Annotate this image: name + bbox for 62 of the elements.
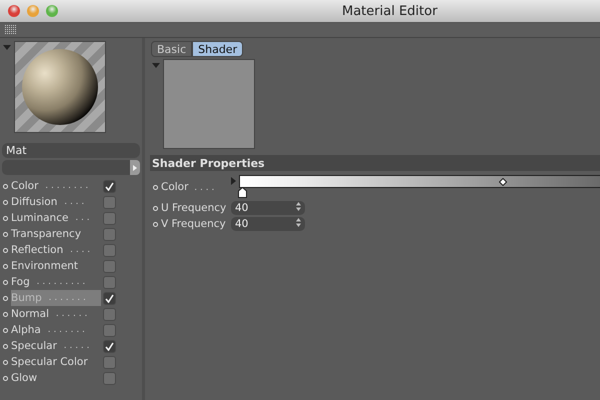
bullet-icon <box>3 280 8 284</box>
section-header: Shader Properties <box>150 155 600 171</box>
bullet-icon <box>3 328 8 332</box>
channel-checkbox[interactable] <box>103 340 116 352</box>
channel-item[interactable]: Diffusion . . . . <box>11 194 101 210</box>
bullet-icon <box>3 232 8 236</box>
channel-checkbox[interactable] <box>103 212 116 224</box>
bullet-icon <box>153 184 158 190</box>
bullet-icon <box>3 264 8 268</box>
tab[interactable]: Basic <box>151 41 192 57</box>
arrow-icon <box>133 164 137 170</box>
channel-checkbox[interactable] <box>103 372 116 384</box>
window-title: Material Editor <box>342 4 438 18</box>
bullet-icon <box>3 296 8 300</box>
channel-item[interactable]: Luminance . . . <box>11 210 101 226</box>
bullet-icon <box>153 222 158 226</box>
channel-item[interactable]: Specular Color <box>11 354 101 370</box>
channel-checkbox[interactable] <box>103 244 116 256</box>
bullet-icon <box>153 206 158 210</box>
property-label: U Frequency <box>161 202 226 214</box>
bullet-icon <box>3 344 8 348</box>
channel-item[interactable]: Normal . . . . . . <box>11 306 101 322</box>
close-button[interactable] <box>8 5 20 17</box>
channel-checkbox[interactable] <box>103 292 116 304</box>
channel-checkbox[interactable] <box>103 260 116 272</box>
channel-item[interactable]: Fog . . . . . . . . . <box>11 274 101 290</box>
channel-item[interactable]: Environment <box>11 258 101 274</box>
bullet-icon <box>3 200 8 204</box>
browse-field[interactable] <box>2 160 140 175</box>
channel-checkbox[interactable] <box>103 308 116 320</box>
channel-item[interactable]: Alpha . . . . . . . <box>11 322 101 338</box>
bullet-icon <box>3 312 8 316</box>
diamond-icon[interactable] <box>498 178 507 186</box>
channel-item[interactable]: Glow <box>11 370 101 386</box>
channel-item[interactable]: Specular . . . . . <box>11 338 101 354</box>
property-label: Color . . . . <box>161 181 214 193</box>
tab[interactable]: Shader <box>192 41 244 57</box>
channel-checkbox[interactable] <box>103 180 116 192</box>
property-label: V Frequency <box>161 218 226 230</box>
stepper-icon[interactable] <box>296 218 301 227</box>
minimize-button[interactable] <box>27 5 39 17</box>
channel-checkbox[interactable] <box>103 196 116 208</box>
number-field[interactable]: 40 <box>231 217 305 231</box>
channel-item[interactable]: Transparency <box>11 226 101 242</box>
bullet-icon <box>3 216 8 220</box>
bullet-icon <box>3 248 8 252</box>
channel-item[interactable]: Reflection . . . . <box>11 242 101 258</box>
number-field[interactable]: 40 <box>231 201 305 215</box>
bullet-icon <box>3 184 8 188</box>
channel-item[interactable]: Color . . . . . . . . <box>11 178 101 194</box>
channel-checkbox[interactable] <box>103 356 116 368</box>
zoom-button[interactable] <box>46 5 58 17</box>
stepper-icon[interactable] <box>296 202 301 211</box>
grip-icon[interactable] <box>5 25 17 35</box>
channel-checkbox[interactable] <box>103 276 116 288</box>
gradient-bar[interactable] <box>239 175 600 188</box>
bullet-icon <box>3 360 8 364</box>
material-name-field[interactable]: Mat <box>2 143 140 158</box>
channel-checkbox[interactable] <box>103 228 116 240</box>
channel-checkbox[interactable] <box>103 324 116 336</box>
gradient-knot-icon[interactable] <box>238 187 247 198</box>
bullet-icon <box>3 376 8 380</box>
